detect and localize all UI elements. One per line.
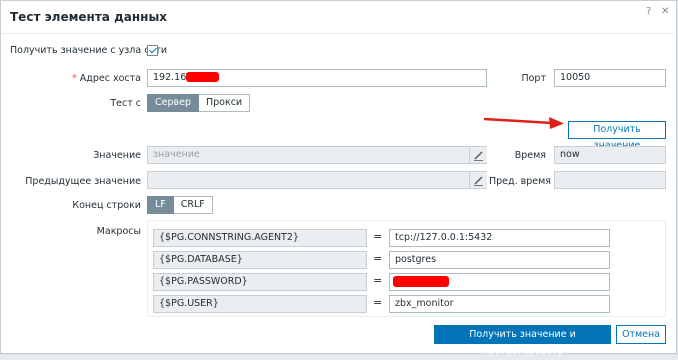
host-address-label: * Адрес хоста bbox=[41, 73, 141, 84]
get-value-and-test-button[interactable]: Получить значение и протестировать bbox=[434, 325, 611, 357]
test-item-dialog: Тест элемента данных ? ✕ Получить значен… bbox=[0, 0, 677, 357]
port-label: Порт bbox=[521, 73, 546, 84]
macro-name-field: {$PG.USER} bbox=[153, 295, 367, 313]
equals-sign: = bbox=[373, 274, 383, 287]
time-input: now bbox=[554, 146, 666, 164]
close-icon[interactable]: ✕ bbox=[661, 6, 669, 17]
pencil-icon bbox=[474, 176, 483, 186]
test-with-segment: Сервер Прокси bbox=[147, 94, 251, 112]
header-divider bbox=[1, 33, 677, 34]
redaction-mark bbox=[186, 72, 219, 82]
macro-name: {$PG.DATABASE} bbox=[159, 254, 243, 265]
port-input[interactable]: 10050 bbox=[554, 69, 666, 87]
macro-value: zbx_monitor bbox=[395, 298, 454, 309]
equals-sign: = bbox=[373, 230, 383, 243]
prev-time-input bbox=[554, 171, 666, 189]
time-value: now bbox=[560, 149, 580, 160]
value-input[interactable]: значение bbox=[147, 146, 487, 164]
macro-value: postgres bbox=[395, 254, 437, 265]
eol-crlf-option[interactable]: CRLF bbox=[173, 196, 213, 214]
host-address-label-text: Адрес хоста bbox=[79, 73, 141, 84]
annotation-arrow bbox=[484, 117, 564, 129]
macro-name-field: {$PG.PASSWORD} bbox=[153, 273, 367, 291]
port-value: 10050 bbox=[560, 72, 591, 83]
equals-sign: = bbox=[373, 252, 383, 265]
prev-value-input[interactable] bbox=[147, 171, 487, 189]
eol-segment: LF CRLF bbox=[147, 196, 213, 214]
value-placeholder: значение bbox=[153, 149, 200, 160]
macros-label: Макросы bbox=[96, 226, 141, 237]
eol-lf-option[interactable]: LF bbox=[147, 196, 174, 214]
redaction-mark bbox=[393, 276, 449, 287]
prev-value-label: Предыдущее значение bbox=[25, 176, 141, 187]
required-asterisk: * bbox=[72, 73, 80, 84]
get-from-host-label: Получить значение с узла сети bbox=[10, 45, 167, 56]
test-with-label: Тест с bbox=[110, 98, 141, 109]
help-icon[interactable]: ? bbox=[646, 6, 651, 17]
macro-name: {$PG.CONNSTRING.AGENT2} bbox=[159, 232, 299, 243]
test-with-proxy-option[interactable]: Прокси bbox=[198, 94, 251, 112]
time-label: Время bbox=[514, 150, 546, 161]
equals-sign: = bbox=[373, 296, 383, 309]
value-label: Значение bbox=[93, 150, 141, 161]
pencil-icon bbox=[474, 151, 483, 161]
macro-name-field: {$PG.DATABASE} bbox=[153, 251, 367, 269]
dialog-title: Тест элемента данных bbox=[10, 10, 168, 24]
macro-name: {$PG.PASSWORD} bbox=[159, 276, 248, 287]
eol-label: Конец строки bbox=[72, 200, 141, 211]
macro-value: tcp://127.0.0.1:5432 bbox=[395, 232, 493, 243]
get-from-host-checkbox[interactable] bbox=[147, 45, 158, 56]
prev-value-edit-button[interactable] bbox=[469, 172, 487, 188]
get-value-button[interactable]: Получить значение bbox=[568, 121, 666, 151]
cancel-button[interactable]: Отмена bbox=[616, 325, 666, 344]
macro-value-input[interactable]: postgres bbox=[389, 251, 610, 269]
macro-value-input[interactable]: zbx_monitor bbox=[389, 295, 610, 313]
macro-value-input[interactable]: tcp://127.0.0.1:5432 bbox=[389, 229, 610, 247]
test-with-server-option[interactable]: Сервер bbox=[147, 94, 199, 112]
macro-name: {$PG.USER} bbox=[159, 298, 219, 309]
prev-time-label: Пред. время bbox=[489, 176, 551, 187]
value-edit-button[interactable] bbox=[469, 147, 487, 163]
macro-name-field: {$PG.CONNSTRING.AGENT2} bbox=[153, 229, 367, 247]
